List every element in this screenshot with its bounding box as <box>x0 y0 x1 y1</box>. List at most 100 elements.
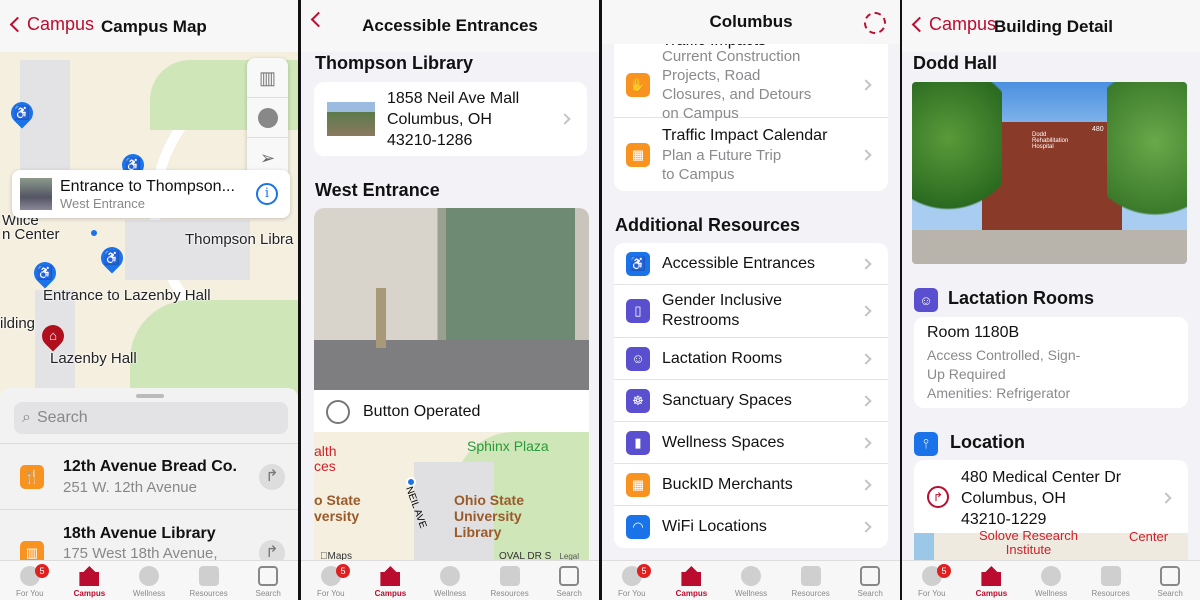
back-button[interactable]: Campus <box>8 14 94 35</box>
page-title: Building Detail <box>994 17 1113 36</box>
bottom-sheet: ⌕ Search 🍴 12th Avenue Bread Co. 251 W. … <box>0 388 298 566</box>
tab-campus[interactable]: Campus <box>662 561 722 600</box>
resource-label: Wellness Spaces <box>662 433 785 451</box>
accessible-pin-icon[interactable]: ♿ <box>29 257 61 289</box>
nav-bar: Campus Building Detail <box>902 0 1200 52</box>
map-controls: ▥ ➢ <box>247 58 288 178</box>
tab-campus[interactable]: Campus <box>361 561 421 600</box>
nav-bar: Campus Campus Map <box>0 0 298 52</box>
map-callout[interactable]: Entrance to Thompson... West Entrance i <box>12 170 290 218</box>
map-label: Sphinx Plaza <box>467 438 549 454</box>
location-map[interactable]: Solove Research Institute Center <box>914 529 1188 560</box>
page-title: Campus Map <box>101 17 207 36</box>
section-title: Additional Resources <box>615 215 801 235</box>
tab-wellness[interactable]: Wellness <box>1021 561 1081 600</box>
nav-bar: Columbus <box>602 0 900 44</box>
feature-row: Button Operated <box>314 392 589 432</box>
wellness-door-icon: ▮ <box>626 430 650 455</box>
screen-campus-map: ♿ ♿ ♿ ♿ ⌂ Thompson Libra Wilce n Center … <box>0 0 298 600</box>
map-icon[interactable]: ▥ <box>247 58 288 98</box>
tab-for-you[interactable]: For You 5 <box>602 561 662 600</box>
entrance-photo <box>314 208 589 390</box>
resource-row[interactable]: ◠ WiFi Locations <box>614 506 888 548</box>
resource-label: Lactation Rooms <box>662 349 783 367</box>
tab-bar: For You 5 Campus Wellness Resources Searc… <box>902 560 1200 600</box>
entrance-map[interactable]: Sphinx Plaza Ohio State University Libra… <box>314 432 589 562</box>
filter-icon[interactable] <box>247 98 288 138</box>
building-sign: Dodd Rehabilitation Hospital <box>1032 132 1069 150</box>
map-label: Entrance to Lazenby Hall <box>43 287 211 304</box>
resource-label: Sanctuary Spaces <box>662 391 792 409</box>
notification-badge: 5 <box>35 564 49 578</box>
tab-bar: For You 5 Campus Wellness Resources Searc… <box>602 560 900 600</box>
tab-wellness[interactable]: Wellness <box>119 561 179 600</box>
back-button[interactable]: Campus <box>910 14 996 35</box>
chevron-right-icon <box>559 113 571 125</box>
search-input[interactable]: ⌕ Search <box>14 402 288 434</box>
resource-row[interactable]: ▯ Gender Inclusive Restrooms <box>614 285 888 338</box>
building-name: Dodd Hall <box>913 53 997 73</box>
callout-thumbnail <box>20 178 52 210</box>
traffic-calendar-row[interactable]: ▦ Traffic Impact Calendar Plan a Future T… <box>614 118 888 191</box>
traffic-impacts-row[interactable]: ✋ Current Construction Projects, Road Cl… <box>614 48 888 122</box>
tab-resources[interactable]: Resources <box>179 561 239 600</box>
chevron-right-icon <box>860 257 872 270</box>
resource-row[interactable]: ♿ Accessible Entrances <box>614 243 888 285</box>
tab-resources[interactable]: Resources <box>1081 561 1141 600</box>
tab-for-you[interactable]: For You 5 <box>301 561 361 600</box>
tab-wellness[interactable]: Wellness <box>420 561 480 600</box>
meditation-icon: ☸ <box>626 388 650 413</box>
chevron-right-icon <box>860 521 872 533</box>
chevron-right-icon <box>860 148 872 161</box>
screen-accessible-entrances: Accessible Entrances Thompson Library 18… <box>301 0 599 600</box>
sheet-handle[interactable] <box>136 394 164 398</box>
back-button[interactable] <box>309 11 327 28</box>
tab-search[interactable]: Search <box>1140 561 1200 600</box>
notification-badge: 5 <box>637 564 651 578</box>
tab-bar: For You 5 Campus Wellness Resources Searc… <box>301 560 599 600</box>
location-card[interactable]: ↱ 480 Medical Center Dr Columbus, OH 43210… <box>914 460 1188 560</box>
resource-label: Gender Inclusive Restrooms <box>662 292 783 329</box>
tab-search[interactable]: Search <box>840 561 900 600</box>
nav-bar: Accessible Entrances <box>301 0 599 52</box>
resource-row[interactable]: ▦ BuckID Merchants <box>614 464 888 506</box>
user-location-dot <box>91 230 97 236</box>
tab-search[interactable]: Search <box>238 561 298 600</box>
building-thumbnail <box>327 102 375 136</box>
map[interactable]: ♿ ♿ ♿ ♿ ⌂ Thompson Libra Wilce n Center … <box>0 40 298 400</box>
accessible-pin-icon[interactable]: ♿ <box>6 97 38 129</box>
resource-row[interactable]: ▮ Wellness Spaces <box>614 422 888 464</box>
resources-list: ♿ Accessible Entrances ▯ Gender Inclusive R… <box>614 243 888 548</box>
tab-for-you[interactable]: For You 5 <box>902 561 962 600</box>
resource-label: WiFi Locations <box>662 518 767 535</box>
search-icon: ⌕ <box>22 409 31 426</box>
toilet-icon: ▯ <box>626 299 650 323</box>
tab-resources[interactable]: Resources <box>480 561 540 600</box>
page-title: Accessible Entrances <box>362 16 538 35</box>
lactation-room-card: Room 1180B Access Controlled, Sign- Up Re… <box>914 317 1188 408</box>
info-icon[interactable]: i <box>256 183 278 205</box>
address-card[interactable]: 1858 Neil Ave Mall Columbus, OH 43210-1286 <box>314 82 587 156</box>
wifi-icon: ◠ <box>626 515 650 539</box>
map-label: Thompson Libra <box>185 231 294 248</box>
wheelchair-icon: ♿ <box>626 251 650 276</box>
tab-search[interactable]: Search <box>539 561 599 600</box>
lactation-icon: ☺ <box>914 288 938 312</box>
directions-button[interactable]: ↱ <box>259 464 285 490</box>
notification-badge: 5 <box>937 564 951 578</box>
list-item[interactable]: 🍴 12th Avenue Bread Co. 251 W. 12th Aven… <box>0 445 298 510</box>
resource-row[interactable]: ☺ Lactation Rooms <box>614 338 888 380</box>
tab-campus[interactable]: Campus <box>60 561 120 600</box>
tab-campus[interactable]: Campus <box>962 561 1022 600</box>
map-label: Lazenby Hall <box>50 350 137 367</box>
resource-label: Accessible Entrances <box>662 254 815 272</box>
tab-resources[interactable]: Resources <box>781 561 841 600</box>
building-pin-icon[interactable]: ⌂ <box>37 320 69 352</box>
accessible-pin-icon[interactable]: ♿ <box>96 242 128 274</box>
settings-gear-icon[interactable] <box>864 12 886 34</box>
section-title: Lactation Rooms <box>948 288 1095 308</box>
tab-wellness[interactable]: Wellness <box>721 561 781 600</box>
tab-for-you[interactable]: For You 5 <box>0 561 60 600</box>
lactation-icon: ☺ <box>626 346 650 371</box>
resource-row[interactable]: ☸ Sanctuary Spaces <box>614 380 888 422</box>
